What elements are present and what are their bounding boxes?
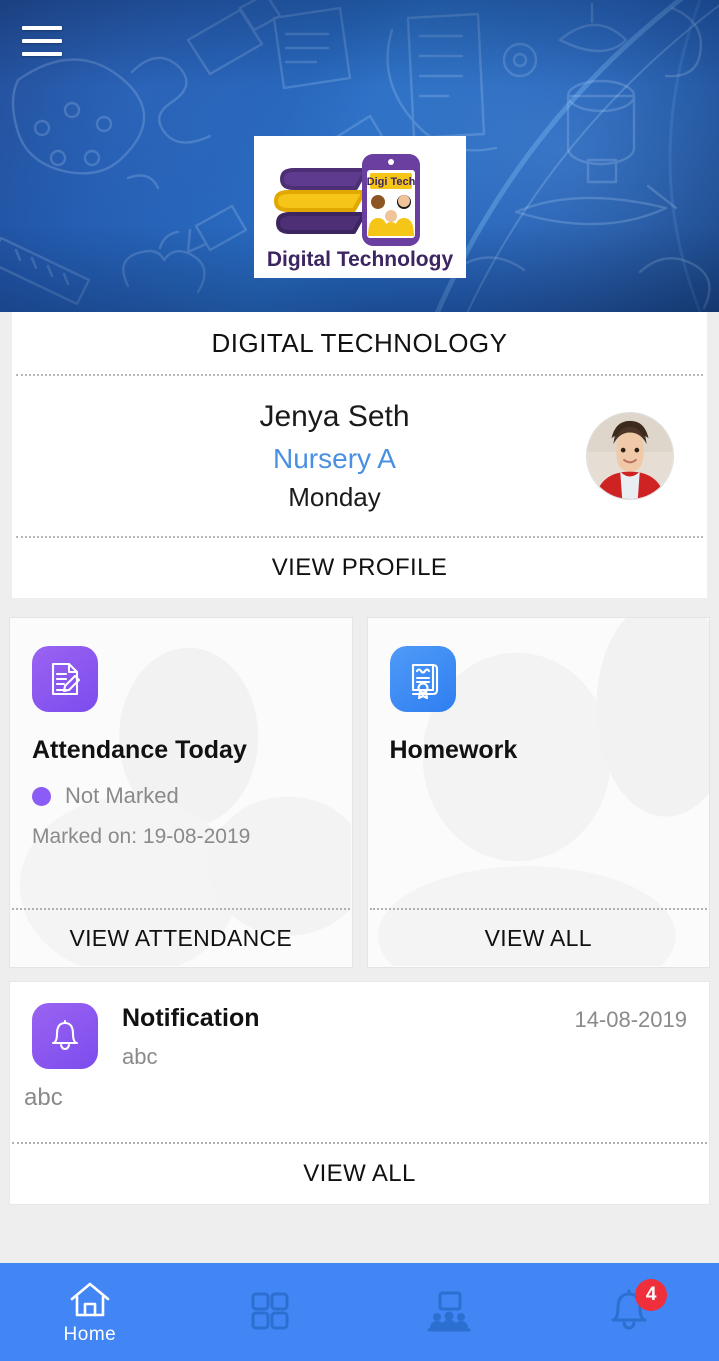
digital-technology-logo: Digi Tech Digital Technology — [267, 154, 454, 271]
notification-body: abc — [24, 1084, 63, 1112]
homework-title: Homework — [389, 736, 518, 764]
nav-item-apps[interactable] — [180, 1263, 360, 1361]
nav-item-notifications[interactable]: 4 — [539, 1263, 719, 1361]
home-icon — [70, 1282, 110, 1317]
view-all-homework-button[interactable]: VIEW ALL — [369, 908, 707, 967]
nav-item-home[interactable]: Home — [0, 1263, 180, 1361]
profile-text-group: Jenya Seth Nursery A Monday — [259, 395, 409, 517]
attendance-status: Not Marked — [65, 783, 179, 808]
notification-badge: 4 — [635, 1279, 668, 1311]
app-screen: Digi Tech Digital Technology DIGITAL TEC… — [0, 0, 719, 1361]
hamburger-menu-icon[interactable] — [22, 26, 62, 56]
student-name: Jenya Seth — [259, 400, 410, 434]
notification-text-group: Notification abc — [98, 1003, 574, 1070]
dashboard-tiles: Attendance Today Not Marked Marked on: 1… — [9, 617, 710, 968]
status-dot — [32, 786, 51, 806]
notification-title: Notification — [122, 1004, 260, 1032]
view-attendance-button[interactable]: VIEW ATTENDANCE — [12, 908, 350, 967]
app-header: Digi Tech Digital Technology — [0, 0, 719, 312]
school-name: DIGITAL TECHNOLOGY — [211, 327, 508, 358]
attendance-card[interactable]: Attendance Today Not Marked Marked on: 1… — [9, 617, 353, 968]
document-pencil-icon — [32, 646, 98, 712]
attendance-marked-on: Marked on: 19-08-2019 — [32, 825, 251, 848]
logo-brand-top: Digi Tech — [367, 176, 416, 188]
notification-card: Notification abc 14-08-2019 abc VIEW ALL — [9, 981, 710, 1205]
attendance-status-row: Not Marked — [32, 783, 330, 809]
hamburger-bar-3 — [22, 52, 62, 56]
attendance-content: Attendance Today Not Marked Marked on: 1… — [10, 618, 352, 908]
hamburger-bar-2 — [22, 39, 62, 43]
notification-date: 14-08-2019 — [574, 1007, 687, 1032]
bottom-navigation-bar: Home 4 — [0, 1263, 719, 1361]
student-avatar-image — [587, 413, 673, 499]
classroom-people-icon — [427, 1291, 471, 1332]
nav-label-home: Home — [63, 1324, 117, 1345]
certificate-icon — [389, 646, 456, 712]
notification-subtitle: abc — [122, 1044, 158, 1070]
view-all-notifications-button[interactable]: VIEW ALL — [12, 1142, 707, 1204]
attendance-title: Attendance Today — [32, 736, 247, 764]
student-profile-card: DIGITAL TECHNOLOGY Jenya Seth Nursery A … — [12, 312, 707, 598]
view-profile-button[interactable]: VIEW PROFILE — [12, 538, 707, 598]
avatar[interactable] — [586, 412, 674, 500]
student-class: Nursery A — [273, 442, 396, 474]
logo-brand-bottom: Digital Technology — [267, 248, 454, 271]
current-day: Monday — [288, 482, 381, 513]
homework-card[interactable]: Homework VIEW ALL — [366, 617, 710, 968]
nav-item-classroom[interactable] — [360, 1263, 540, 1361]
app-logo: Digi Tech Digital Technology — [254, 136, 466, 278]
hamburger-bar-1 — [22, 26, 62, 30]
homework-content: Homework — [368, 618, 710, 908]
bell-icon — [32, 1003, 98, 1069]
profile-body: Jenya Seth Nursery A Monday — [12, 376, 707, 536]
notification-header: Notification abc 14-08-2019 — [10, 982, 709, 1070]
grid-apps-icon — [251, 1292, 289, 1330]
